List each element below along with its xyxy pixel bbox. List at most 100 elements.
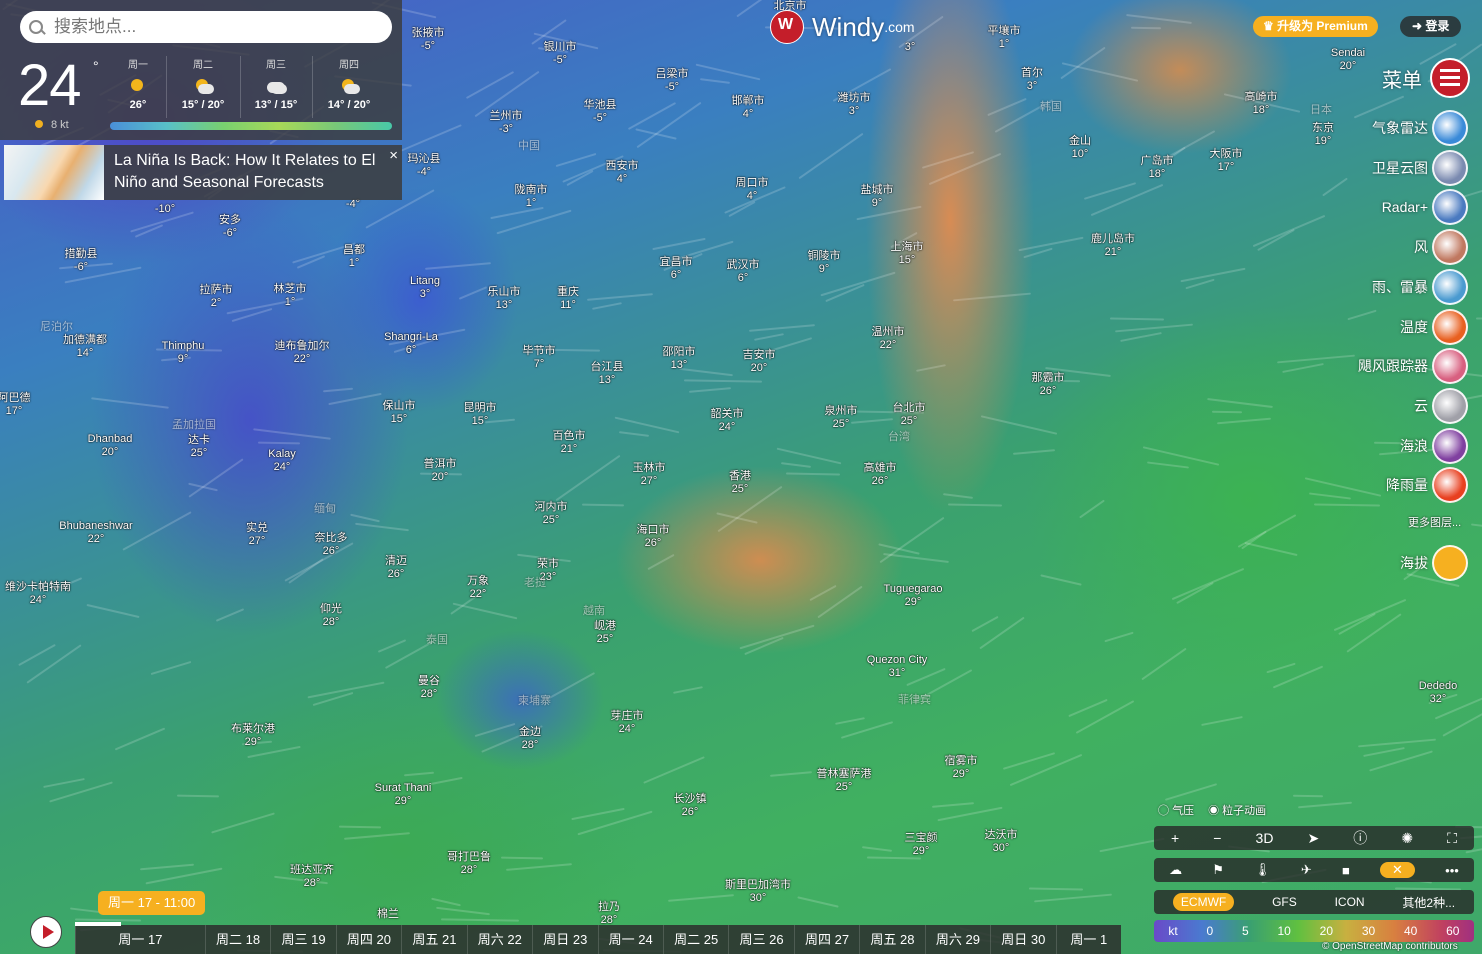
city-label[interactable]: Surat Thani 29°	[375, 782, 432, 808]
city-label[interactable]: 毕节市 7°	[523, 345, 556, 371]
city-label[interactable]: 陇南市 1°	[515, 184, 548, 210]
play-button[interactable]	[30, 916, 62, 948]
osm-attribution[interactable]: © OpenStreetMap contributors	[1322, 941, 1458, 952]
city-label[interactable]: 吕梁市 -5°	[656, 68, 689, 94]
flag-icon[interactable]: ⚑	[1212, 862, 1224, 878]
timeline-day[interactable]: 周日 30	[990, 925, 1055, 954]
city-label[interactable]: 拉萨市 2°	[200, 284, 233, 310]
city-label[interactable]: 奈比多 26°	[315, 532, 348, 558]
timeline-day[interactable]: 周四 27	[793, 925, 859, 954]
webcam-icon[interactable]: ■	[1342, 863, 1350, 878]
city-label[interactable]: 盐城市 9°	[861, 184, 894, 210]
city-label[interactable]: Shangri-La 6°	[384, 331, 438, 357]
pressure-toggle[interactable]: ◯ 气压	[1158, 802, 1194, 818]
city-label[interactable]: 达沃市 30°	[985, 829, 1018, 855]
layer-item[interactable]: 云	[1414, 387, 1468, 424]
city-label[interactable]: 长沙镇 26°	[674, 793, 707, 819]
layer-item[interactable]: 气象雷达	[1372, 110, 1468, 146]
city-label[interactable]: 保山市 15°	[383, 400, 416, 426]
timeline-day[interactable]: 周五 21	[401, 925, 466, 954]
scale-unit[interactable]: kt	[1168, 924, 1177, 938]
timeline-day[interactable]: 周一 1	[1055, 925, 1121, 954]
city-label[interactable]: 达卡 25°	[188, 434, 210, 460]
city-label[interactable]: Tuguegarao 29°	[884, 583, 943, 609]
layer-item[interactable]: 风	[1414, 229, 1468, 266]
city-label[interactable]: 万象 22°	[467, 575, 489, 601]
weather-icon[interactable]: ☁	[1169, 862, 1182, 878]
layer-item[interactable]: 降雨量	[1386, 467, 1468, 504]
close-icon[interactable]: ✕	[1380, 862, 1415, 878]
city-label[interactable]: 维沙卡帕特南 24°	[5, 581, 71, 607]
timeline-day[interactable]: 周一 17	[75, 925, 205, 954]
city-label[interactable]: 海口市 26°	[637, 524, 670, 550]
city-label[interactable]: Kalay 24°	[268, 448, 296, 474]
forecast-day[interactable]: 周四 14° / 20°	[314, 56, 384, 111]
city-label[interactable]: 华池县 -5°	[584, 99, 617, 125]
city-label[interactable]: 周口市 4°	[736, 177, 769, 203]
forecast-day[interactable]: 周一 26°	[103, 56, 173, 111]
city-label[interactable]: 玉林市 27°	[633, 462, 666, 488]
city-label[interactable]: 高雄市 26°	[864, 462, 897, 488]
windy-logo[interactable]: Windy .com	[770, 10, 915, 44]
city-label[interactable]: 邵阳市 13°	[663, 346, 696, 372]
timeline-day[interactable]: 周二 25	[662, 925, 728, 954]
layer-item[interactable]: 雨、雷暴	[1372, 268, 1468, 305]
city-label[interactable]: 台江县 13°	[591, 361, 624, 387]
city-label[interactable]: 普洱市 20°	[424, 458, 457, 484]
timeline[interactable]: 周一 17 周二 18 周三 19 周四 20 周五 21 周六 22 周日 23 周一 24…	[75, 925, 1121, 954]
zoom-in-button[interactable]: +	[1171, 830, 1179, 846]
city-label[interactable]: 武汉市 6°	[727, 259, 760, 285]
menu-button[interactable]: 菜单	[1382, 58, 1470, 98]
city-label[interactable]: 布莱尔港 29°	[231, 723, 275, 749]
city-label[interactable]: 昌都 1°	[343, 244, 365, 270]
model-option[interactable]: 其他2种...	[1402, 894, 1455, 911]
timeline-day[interactable]: 周六 22	[466, 925, 532, 954]
city-label[interactable]: 安多 -6°	[219, 214, 241, 240]
city-label[interactable]: 三宝颜 29°	[905, 832, 938, 858]
layer-item[interactable]: 飓风跟踪器	[1358, 348, 1468, 385]
city-label[interactable]: 韶关市 24°	[711, 408, 744, 434]
city-label[interactable]: 金边 28°	[519, 726, 541, 752]
timeline-day[interactable]: 周二 18	[204, 925, 270, 954]
city-label[interactable]: 百色市 21°	[553, 430, 586, 456]
city-label[interactable]: 班达亚齐 28°	[290, 864, 334, 890]
city-label[interactable]: 平壤市 1°	[988, 25, 1021, 51]
city-label[interactable]: 曼谷 28°	[418, 675, 440, 701]
airport-icon[interactable]: ✈	[1301, 862, 1312, 878]
city-label[interactable]: 张掖市 -5°	[412, 27, 445, 53]
layer-item[interactable]: 海浪	[1400, 427, 1468, 464]
city-label[interactable]: 普林塞萨港 25°	[817, 768, 872, 794]
city-label[interactable]: 林芝市 1°	[274, 283, 307, 309]
city-label[interactable]: 首尔 3°	[1021, 67, 1043, 93]
city-label[interactable]: 广岛市 18°	[1141, 155, 1174, 181]
timeline-day[interactable]: 周六 29	[924, 925, 990, 954]
city-label[interactable]: 加德满都 14°	[63, 334, 107, 360]
city-label[interactable]: 吉安市 20°	[743, 349, 776, 375]
city-label[interactable]: 玛沁县 -4°	[408, 153, 441, 179]
city-label[interactable]: Dhanbad 20°	[88, 433, 133, 459]
city-label[interactable]: 银川市 -5°	[544, 41, 577, 67]
fullscreen-icon[interactable]: ⛶	[1447, 830, 1457, 847]
city-label[interactable]: 清迈 26°	[385, 555, 407, 581]
city-label[interactable]: 实兑 27°	[246, 522, 268, 548]
city-label[interactable]: 迪布鲁加尔 22°	[275, 340, 330, 366]
city-label[interactable]: Thimphu 9°	[162, 340, 205, 366]
model-option[interactable]: ICON	[1335, 895, 1365, 909]
city-label[interactable]: 鹿儿岛市 21°	[1091, 233, 1135, 259]
timeline-day[interactable]: 周五 28	[859, 925, 924, 954]
search-input[interactable]	[52, 16, 376, 38]
forecast-day[interactable]: 周三 13° / 15°	[241, 56, 311, 111]
timeline-day[interactable]: 周一 24	[597, 925, 663, 954]
city-label[interactable]: 香港 25°	[729, 470, 751, 496]
thermometer-icon[interactable]: 🌡	[1254, 862, 1271, 878]
city-label[interactable]: 拉乃 28°	[598, 901, 620, 927]
city-label[interactable]: 台北市 25°	[893, 402, 926, 428]
layer-item[interactable]: Radar+	[1382, 189, 1468, 226]
city-label[interactable]: 宿雾市 29°	[945, 755, 978, 781]
city-label[interactable]: Quezon City 31°	[867, 654, 928, 680]
particles-toggle[interactable]: ◉ 粒子动画	[1208, 802, 1266, 818]
hurricane-icon[interactable]: ✺	[1401, 830, 1413, 847]
zoom-out-button[interactable]: −	[1213, 830, 1221, 846]
upgrade-premium-button[interactable]: ♛ 升级为 Premium	[1253, 16, 1378, 37]
forecast-day[interactable]: 周二 15° / 20°	[168, 56, 238, 111]
